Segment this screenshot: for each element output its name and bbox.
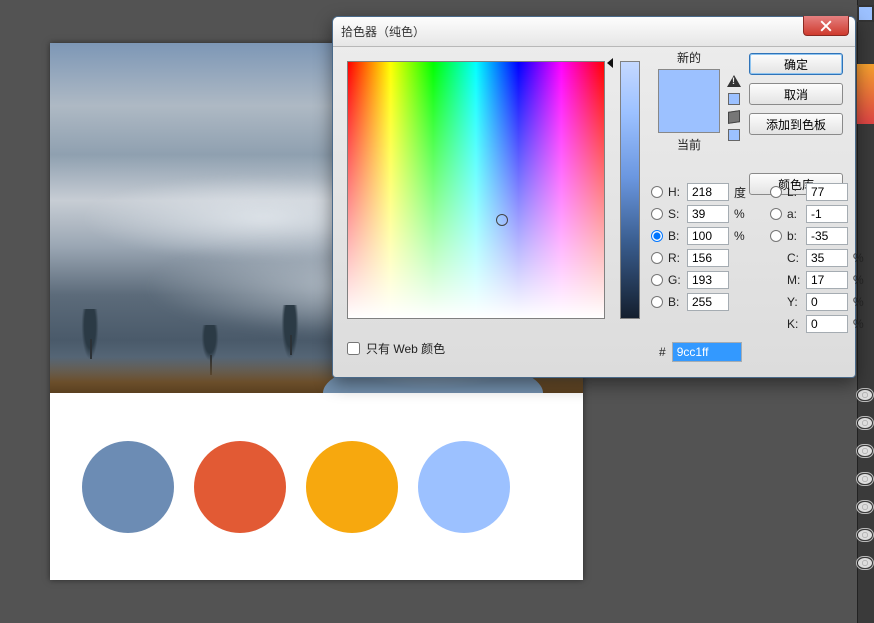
radio-l[interactable] bbox=[770, 186, 782, 198]
eye-icon[interactable] bbox=[858, 474, 872, 484]
input-m[interactable] bbox=[806, 271, 848, 289]
ok-button[interactable]: 确定 bbox=[749, 53, 843, 75]
panel-gradient-thumb bbox=[857, 64, 874, 124]
palette-swatch bbox=[418, 441, 510, 533]
eye-icon[interactable] bbox=[858, 530, 872, 540]
sv-cursor-icon bbox=[496, 214, 508, 226]
eye-icon[interactable] bbox=[858, 446, 872, 456]
gamut-swatch-icon[interactable] bbox=[728, 93, 740, 105]
close-button[interactable] bbox=[803, 16, 849, 36]
hex-prefix: # bbox=[659, 345, 666, 359]
unit-h: 度 bbox=[732, 184, 746, 201]
hue-slider[interactable] bbox=[620, 61, 640, 319]
input-s[interactable] bbox=[687, 205, 729, 223]
input-c[interactable] bbox=[806, 249, 848, 267]
input-r[interactable] bbox=[687, 249, 729, 267]
eye-icon[interactable] bbox=[858, 502, 872, 512]
radio-r[interactable] bbox=[651, 252, 663, 264]
unit-s: % bbox=[732, 207, 746, 221]
close-icon bbox=[820, 20, 832, 32]
add-to-swatches-button[interactable]: 添加到色板 bbox=[749, 113, 843, 135]
gamut-warning-icon[interactable] bbox=[727, 75, 741, 87]
websafe-swatch-icon[interactable] bbox=[728, 129, 740, 141]
label-s: S: bbox=[668, 207, 684, 221]
input-bv[interactable] bbox=[687, 227, 729, 245]
input-y[interactable] bbox=[806, 293, 848, 311]
unit-y: % bbox=[851, 295, 865, 309]
eye-icon[interactable] bbox=[858, 558, 872, 568]
palette-swatch bbox=[194, 441, 286, 533]
current-label: 当前 bbox=[654, 136, 724, 153]
input-lab-b[interactable] bbox=[806, 227, 848, 245]
palette-row bbox=[50, 393, 583, 580]
input-h[interactable] bbox=[687, 183, 729, 201]
label-a: a: bbox=[787, 207, 803, 221]
label-bv: B: bbox=[668, 229, 684, 243]
palette-swatch bbox=[306, 441, 398, 533]
unit-k: % bbox=[851, 317, 865, 331]
web-only-label: 只有 Web 颜色 bbox=[366, 340, 445, 357]
foreground-color-swatch[interactable] bbox=[857, 5, 874, 22]
unit-m: % bbox=[851, 273, 865, 287]
radio-s[interactable] bbox=[651, 208, 663, 220]
label-m: M: bbox=[787, 273, 803, 287]
palette-swatch bbox=[82, 441, 174, 533]
preview-new bbox=[659, 70, 719, 101]
input-k[interactable] bbox=[806, 315, 848, 333]
cube-icon[interactable] bbox=[728, 110, 740, 124]
eye-icon[interactable] bbox=[858, 390, 872, 400]
new-label: 新的 bbox=[654, 49, 724, 66]
label-l: L: bbox=[787, 185, 803, 199]
label-g: G: bbox=[668, 273, 684, 287]
saturation-value-field[interactable] bbox=[347, 61, 605, 319]
radio-b-brightness[interactable] bbox=[651, 230, 663, 242]
input-bc[interactable] bbox=[687, 293, 729, 311]
radio-b-blue[interactable] bbox=[651, 296, 663, 308]
layer-visibility-column bbox=[856, 390, 874, 568]
input-l[interactable] bbox=[806, 183, 848, 201]
input-a[interactable] bbox=[806, 205, 848, 223]
numeric-fields: H: 度 L: S: % a: B: % b: bbox=[651, 183, 865, 333]
preview-current bbox=[659, 101, 719, 132]
color-picker-dialog: 拾色器（纯色） 新的 当前 确定 取消 添加到色板 bbox=[332, 16, 856, 378]
web-only-checkbox[interactable] bbox=[347, 342, 360, 355]
dialog-title: 拾色器（纯色） bbox=[341, 23, 847, 40]
unit-bv: % bbox=[732, 229, 746, 243]
radio-lab-b[interactable] bbox=[770, 230, 782, 242]
unit-c: % bbox=[851, 251, 865, 265]
field-marker-icon bbox=[607, 58, 613, 68]
input-g[interactable] bbox=[687, 271, 729, 289]
label-c: C: bbox=[787, 251, 803, 265]
label-y: Y: bbox=[787, 295, 803, 309]
radio-a[interactable] bbox=[770, 208, 782, 220]
cancel-button[interactable]: 取消 bbox=[749, 83, 843, 105]
label-bc: B: bbox=[668, 295, 684, 309]
label-h: H: bbox=[668, 185, 684, 199]
label-lab-b: b: bbox=[787, 229, 803, 243]
label-k: K: bbox=[787, 317, 803, 331]
color-preview: 新的 当前 bbox=[654, 49, 724, 156]
label-r: R: bbox=[668, 251, 684, 265]
dialog-titlebar[interactable]: 拾色器（纯色） bbox=[333, 17, 855, 47]
radio-g[interactable] bbox=[651, 274, 663, 286]
radio-h[interactable] bbox=[651, 186, 663, 198]
eye-icon[interactable] bbox=[858, 418, 872, 428]
hex-input[interactable] bbox=[672, 342, 742, 362]
